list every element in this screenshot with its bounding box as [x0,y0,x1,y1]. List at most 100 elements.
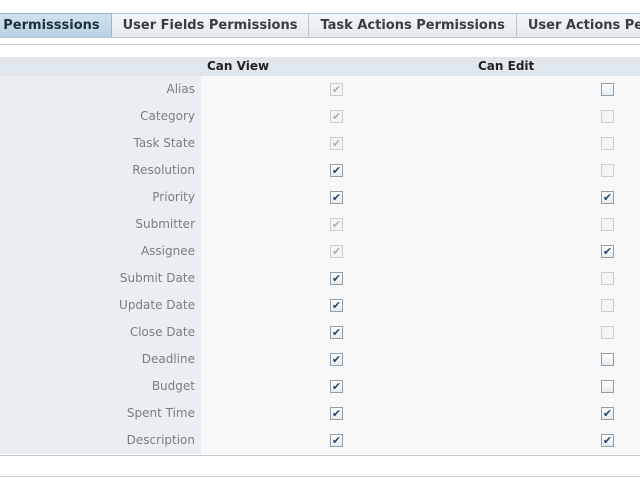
field-label: Task State [0,130,201,157]
can-view-checkbox[interactable]: ✔ [330,326,343,339]
checkmark-icon: ✔ [331,83,342,96]
checkmark-icon: ✔ [331,218,342,231]
footer-divider [0,476,640,477]
permissions-page: s Permisssions User Fields Permissions T… [0,0,640,480]
table-row: Task State ✔ ✔ [0,130,640,157]
table-row: Update Date ✔ ✔ [0,292,640,319]
can-view-checkbox[interactable]: ✔ [330,434,343,447]
field-label: Resolution [0,157,201,184]
checkmark-icon: ✔ [331,164,342,177]
field-label: Close Date [0,319,201,346]
can-view-checkbox[interactable]: ✔ [330,164,343,177]
permission-cell [201,319,640,346]
field-label: Priority [0,184,201,211]
can-view-checkbox: ✔ [330,83,343,96]
checkmark-icon: ✔ [602,434,613,447]
can-edit-checkbox: ✔ [601,218,614,231]
permission-cell [201,427,640,454]
checkmark-icon: ✔ [331,326,342,339]
can-view-checkbox[interactable]: ✔ [330,380,343,393]
checkmark-icon: ✔ [331,272,342,285]
column-header-can-view: Can View [207,59,270,73]
field-label: Category [0,103,201,130]
table-row: Resolution ✔ ✔ [0,157,640,184]
table-row: Deadline ✔ ✔ [0,346,640,373]
permission-cell [201,130,640,157]
checkmark-icon: ✔ [331,137,342,150]
tab-divider [0,37,640,38]
checkmark-icon: ✔ [331,245,342,258]
can-edit-checkbox[interactable]: ✔ [601,407,614,420]
permission-cell [201,400,640,427]
permission-cell [201,238,640,265]
table-row: Alias ✔ ✔ [0,76,640,103]
can-edit-checkbox: ✔ [601,164,614,177]
table-row: Spent Time ✔ ✔ [0,400,640,427]
checkmark-icon: ✔ [331,191,342,204]
checkmark-icon: ✔ [331,110,342,123]
field-label: Budget [0,373,201,400]
can-view-checkbox[interactable]: ✔ [330,191,343,204]
can-view-checkbox[interactable]: ✔ [330,353,343,366]
tab-user-actions-permissions[interactable]: User Actions Permissio [516,13,640,38]
table-row: Description ✔ ✔ [0,427,640,454]
field-label: Spent Time [0,400,201,427]
field-label: Deadline [0,346,201,373]
tab-task-actions-permissions[interactable]: Task Actions Permissions [309,13,517,38]
permission-cell [201,346,640,373]
permission-cell [201,265,640,292]
permission-cell [201,373,640,400]
checkmark-icon: ✔ [602,245,613,258]
can-edit-checkbox: ✔ [601,110,614,123]
tab-strip: s Permisssions User Fields Permissions T… [0,13,640,38]
can-view-checkbox[interactable]: ✔ [330,272,343,285]
can-view-checkbox: ✔ [330,137,343,150]
can-edit-checkbox[interactable]: ✔ [601,434,614,447]
can-view-checkbox: ✔ [330,245,343,258]
tab-user-fields-permissions[interactable]: User Fields Permissions [111,13,310,38]
table-row: Submit Date ✔ ✔ [0,265,640,292]
table-row: Assignee ✔ ✔ [0,238,640,265]
tab-field-permissions[interactable]: s Permisssions [0,13,112,38]
table-row: Close Date ✔ ✔ [0,319,640,346]
permissions-table-body: Alias ✔ ✔ Category ✔ ✔ Task State ✔ ✔ Resolution ✔… [0,76,640,454]
checkmark-icon: ✔ [331,353,342,366]
can-view-checkbox: ✔ [330,110,343,123]
can-view-checkbox[interactable]: ✔ [330,407,343,420]
table-row: Priority ✔ ✔ [0,184,640,211]
can-edit-checkbox: ✔ [601,326,614,339]
checkmark-icon: ✔ [602,191,613,204]
checkmark-icon: ✔ [331,434,342,447]
table-header: Can View Can Edit [0,57,640,76]
field-label: Alias [0,76,201,103]
column-header-can-edit: Can Edit [478,59,535,73]
field-label: Submitter [0,211,201,238]
can-edit-checkbox[interactable]: ✔ [601,245,614,258]
can-view-checkbox[interactable]: ✔ [330,299,343,312]
permissions-panel: Can View Can Edit Alias✔✔Category✔✔Task … [0,44,640,456]
permission-cell [201,211,640,238]
field-label: Update Date [0,292,201,319]
permission-cell [201,292,640,319]
can-edit-checkbox: ✔ [601,137,614,150]
checkmark-icon: ✔ [331,407,342,420]
field-label: Description [0,427,201,454]
checkmark-icon: ✔ [331,299,342,312]
can-edit-checkbox: ✔ [601,272,614,285]
can-edit-checkbox[interactable]: ✔ [601,191,614,204]
field-label: Submit Date [0,265,201,292]
can-view-checkbox: ✔ [330,218,343,231]
table-row: Budget ✔ ✔ [0,373,640,400]
can-edit-checkbox: ✔ [601,299,614,312]
permission-cell [201,76,640,103]
checkmark-icon: ✔ [602,407,613,420]
can-edit-checkbox[interactable]: ✔ [601,353,614,366]
permission-cell [201,103,640,130]
can-edit-checkbox[interactable]: ✔ [601,380,614,393]
can-edit-checkbox[interactable]: ✔ [601,83,614,96]
field-label: Assignee [0,238,201,265]
table-row: Category ✔ ✔ [0,103,640,130]
table-row: Submitter ✔ ✔ [0,211,640,238]
permission-cell [201,184,640,211]
checkmark-icon: ✔ [331,380,342,393]
